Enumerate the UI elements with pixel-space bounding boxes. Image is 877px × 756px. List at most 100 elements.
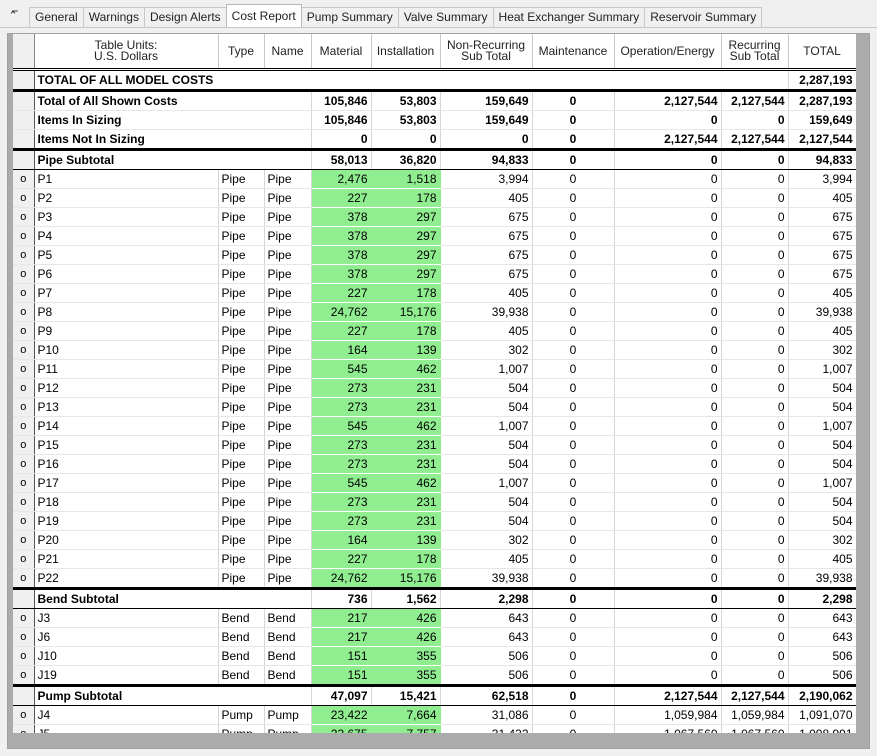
table-row[interactable]: o P22 Pipe Pipe 24,762 15,176 39,938 0 0 0 39,938 [13, 568, 856, 589]
table-row[interactable]: o P1 Pipe Pipe 2,476 1,518 3,994 0 0 0 3,994 [13, 169, 856, 189]
table-row[interactable]: o J10 Bend Bend 151 355 506 0 0 0 506 [13, 646, 856, 666]
table-row[interactable]: o P15 Pipe Pipe 273 231 504 0 0 0 504 [13, 435, 856, 455]
header-material[interactable]: Material [311, 34, 372, 71]
table-row[interactable]: o P14 Pipe Pipe 545 462 1,007 0 0 0 1,007 [13, 416, 856, 436]
table-row[interactable]: o P5 Pipe Pipe 378 297 675 0 0 0 675 [13, 245, 856, 265]
table-row[interactable]: o P18 Pipe Pipe 273 231 504 0 0 0 504 [13, 492, 856, 512]
tab-bar: ⌃̅ General Warnings Design Alerts Cost Repo… [0, 0, 877, 27]
operation-cell: 0 [614, 340, 722, 360]
header-recurring[interactable]: Recurring Sub Total [721, 34, 789, 71]
row-selector[interactable]: o [13, 454, 35, 474]
corner-cell[interactable] [13, 34, 35, 71]
row-selector[interactable]: o [13, 724, 35, 733]
row-selector[interactable] [13, 69, 35, 92]
cost-report-grid[interactable]: Table Units: U.S. Dollars Type Name Mater… [13, 34, 856, 733]
table-row[interactable]: o P13 Pipe Pipe 273 231 504 0 0 0 504 [13, 397, 856, 417]
row-selector[interactable]: o [13, 188, 35, 208]
row-selector[interactable]: o [13, 207, 35, 227]
nonrecurring-cell: 405 [440, 321, 533, 341]
table-row[interactable]: o J3 Bend Bend 217 426 643 0 0 0 643 [13, 608, 856, 628]
row-selector[interactable]: o [13, 302, 35, 322]
recurring-cell: 0 [721, 226, 789, 246]
row-selector[interactable]: o [13, 511, 35, 531]
table-row[interactable]: o P19 Pipe Pipe 273 231 504 0 0 0 504 [13, 511, 856, 531]
row-selector[interactable]: o [13, 473, 35, 493]
row-selector[interactable] [13, 684, 35, 706]
row-selector[interactable]: o [13, 492, 35, 512]
row-selector[interactable]: o [13, 549, 35, 569]
header-total[interactable]: TOTAL [788, 34, 856, 71]
table-row[interactable]: o P3 Pipe Pipe 378 297 675 0 0 0 675 [13, 207, 856, 227]
double-chevron-up-icon[interactable]: ⌃̅ [6, 9, 20, 23]
header-operation[interactable]: Operation/Energy [614, 34, 722, 71]
tab-reservoir-summary[interactable]: Reservoir Summary [644, 7, 763, 27]
row-selector[interactable]: o [13, 169, 35, 189]
table-row[interactable]: o P7 Pipe Pipe 227 178 405 0 0 0 405 [13, 283, 856, 303]
row-selector[interactable]: o [13, 530, 35, 550]
recurring-cell: 0 [721, 568, 789, 589]
row-selector[interactable]: o [13, 359, 35, 379]
row-selector[interactable]: o [13, 608, 35, 628]
row-selector[interactable] [13, 149, 35, 170]
row-selector[interactable]: o [13, 665, 35, 686]
operation-cell: 0 [614, 492, 722, 512]
table-row[interactable]: o P10 Pipe Pipe 164 139 302 0 0 0 302 [13, 340, 856, 360]
table-row[interactable]: o J4 Pump Pump 23,422 7,664 31,086 0 1,059,984 1,… [13, 705, 856, 725]
total-cell: 159,649 [788, 110, 856, 130]
row-selector[interactable] [13, 587, 35, 609]
row-selector[interactable]: o [13, 264, 35, 284]
table-row[interactable]: o P12 Pipe Pipe 273 231 504 0 0 0 504 [13, 378, 856, 398]
row-selector[interactable] [13, 110, 35, 130]
row-selector[interactable] [13, 90, 35, 111]
row-selector[interactable]: o [13, 627, 35, 647]
maintenance-cell: 0 [532, 226, 615, 246]
table-row[interactable]: oJ5PumpPump23,6757,75731,43201,067,5601,… [13, 724, 856, 733]
tab-heat-exchanger-summary[interactable]: Heat Exchanger Summary [492, 7, 646, 27]
table-row[interactable]: o P20 Pipe Pipe 164 139 302 0 0 0 302 [13, 530, 856, 550]
row-selector[interactable]: o [13, 416, 35, 436]
tab-warnings[interactable]: Warnings [82, 7, 145, 27]
row-selector[interactable]: o [13, 321, 35, 341]
table-row[interactable]: o P2 Pipe Pipe 227 178 405 0 0 0 405 [13, 188, 856, 208]
table-row[interactable]: o P16 Pipe Pipe 273 231 504 0 0 0 504 [13, 454, 856, 474]
table-row[interactable]: o P11 Pipe Pipe 545 462 1,007 0 0 0 1,007 [13, 359, 856, 379]
table-row[interactable]: o J19 Bend Bend 151 355 506 0 0 0 506 [13, 665, 856, 686]
row-selector[interactable]: o [13, 646, 35, 666]
row-selector[interactable]: o [13, 705, 35, 725]
row-selector[interactable]: o [13, 245, 35, 265]
row-selector[interactable]: o [13, 226, 35, 246]
table-row[interactable]: o J6 Bend Bend 217 426 643 0 0 0 643 [13, 627, 856, 647]
header-name[interactable]: Name [264, 34, 312, 71]
header-type[interactable]: Type [218, 34, 265, 71]
maintenance-cell: 0 [532, 416, 615, 436]
tab-cost-report[interactable]: Cost Report [225, 4, 302, 27]
tab-design-alerts[interactable]: Design Alerts [143, 7, 227, 27]
row-selector[interactable]: o [13, 397, 35, 417]
table-row[interactable]: o P9 Pipe Pipe 227 178 405 0 0 0 405 [13, 321, 856, 341]
table-row[interactable]: o P21 Pipe Pipe 227 178 405 0 0 0 405 [13, 549, 856, 569]
installation-cell: 7,664 [371, 705, 441, 725]
header-maintenance[interactable]: Maintenance [532, 34, 615, 71]
row-selector[interactable]: o [13, 283, 35, 303]
table-row[interactable]: o P4 Pipe Pipe 378 297 675 0 0 0 675 [13, 226, 856, 246]
row-selector[interactable]: o [13, 435, 35, 455]
tab-pump-summary[interactable]: Pump Summary [300, 7, 399, 27]
table-row[interactable]: o P8 Pipe Pipe 24,762 15,176 39,938 0 0 0 39,938 [13, 302, 856, 322]
row-selector[interactable]: o [13, 378, 35, 398]
installation-cell: 139 [371, 530, 441, 550]
recurring-cell: 0 [721, 627, 789, 647]
tab-general[interactable]: General [29, 7, 84, 27]
header-nonrecurring[interactable]: Non-Recurring Sub Total [440, 34, 533, 71]
row-selector[interactable]: o [13, 568, 35, 589]
total-cell: 2,127,544 [788, 129, 856, 151]
maintenance-cell: 0 [532, 359, 615, 379]
item-id: P10 [34, 340, 219, 360]
horizontal-scrollbar[interactable] [13, 733, 856, 748]
table-row[interactable]: o P17 Pipe Pipe 545 462 1,007 0 0 0 1,007 [13, 473, 856, 493]
header-installation[interactable]: Installation [371, 34, 441, 71]
table-row[interactable]: o P6 Pipe Pipe 378 297 675 0 0 0 675 [13, 264, 856, 284]
row-selector[interactable]: o [13, 340, 35, 360]
row-selector[interactable] [13, 129, 35, 151]
recurring-cell: 2,127,544 [721, 684, 789, 706]
tab-valve-summary[interactable]: Valve Summary [397, 7, 494, 27]
